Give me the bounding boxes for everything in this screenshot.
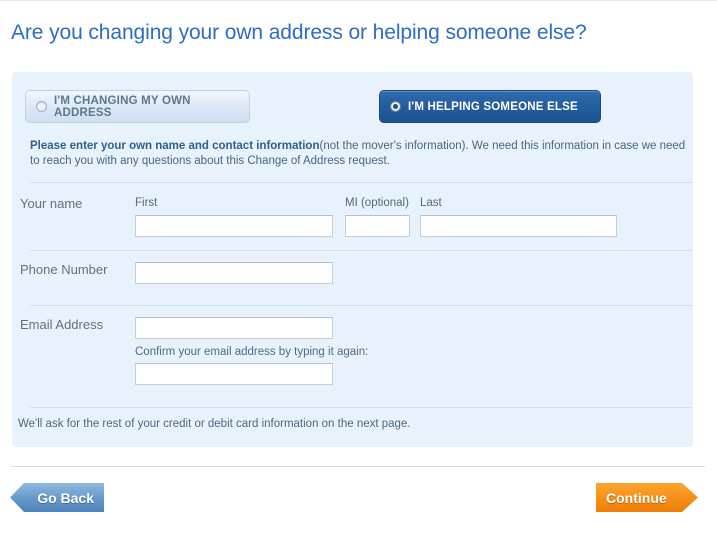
go-back-button-label: Go Back — [37, 489, 94, 506]
middle-initial-input[interactable] — [345, 215, 410, 237]
divider-above-footnote — [30, 407, 692, 408]
your-name-label: Your name — [20, 196, 83, 211]
form-panel: I'M CHANGING MY OWN ADDRESS I'M HELPING … — [12, 72, 693, 447]
choice-helping-someone-else[interactable]: I'M HELPING SOMEONE ELSE — [379, 90, 601, 123]
last-name-input[interactable] — [420, 215, 617, 237]
go-back-button[interactable]: Go Back — [10, 483, 104, 512]
radio-unselected-icon[interactable] — [36, 101, 47, 112]
choice-group: I'M CHANGING MY OWN ADDRESS I'M HELPING … — [12, 90, 693, 130]
middle-initial-label: MI (optional) — [345, 197, 409, 209]
first-name-label: First — [135, 197, 158, 209]
phone-number-input[interactable] — [135, 262, 333, 284]
choice-own-address[interactable]: I'M CHANGING MY OWN ADDRESS — [25, 90, 250, 123]
intro-text: Please enter your own name and contact i… — [30, 139, 692, 169]
credit-card-note: We'll ask for the rest of your credit or… — [18, 418, 411, 430]
email-address-input[interactable] — [135, 317, 333, 339]
intro-bold: Please enter your own name and contact i… — [30, 140, 320, 152]
continue-button[interactable]: Continue — [596, 483, 698, 512]
phone-number-label: Phone Number — [20, 262, 108, 277]
divider-above-email — [30, 305, 692, 306]
top-divider — [0, 0, 717, 1]
radio-selected-icon[interactable] — [390, 101, 401, 112]
divider-above-phone — [30, 250, 692, 251]
choice-helping-someone-else-label: I'M HELPING SOMEONE ELSE — [408, 100, 578, 113]
continue-button-label: Continue — [606, 489, 667, 506]
email-confirm-label: Confirm your email address by typing it … — [135, 346, 369, 358]
email-address-label: Email Address — [20, 317, 104, 332]
bottom-divider — [11, 466, 705, 467]
email-confirm-input[interactable] — [135, 363, 333, 385]
first-name-input[interactable] — [135, 215, 333, 237]
choice-own-address-label: I'M CHANGING MY OWN ADDRESS — [54, 94, 191, 119]
divider-above-name — [30, 182, 692, 183]
last-name-label: Last — [420, 197, 442, 209]
page-title: Are you changing your own address or hel… — [11, 21, 587, 45]
